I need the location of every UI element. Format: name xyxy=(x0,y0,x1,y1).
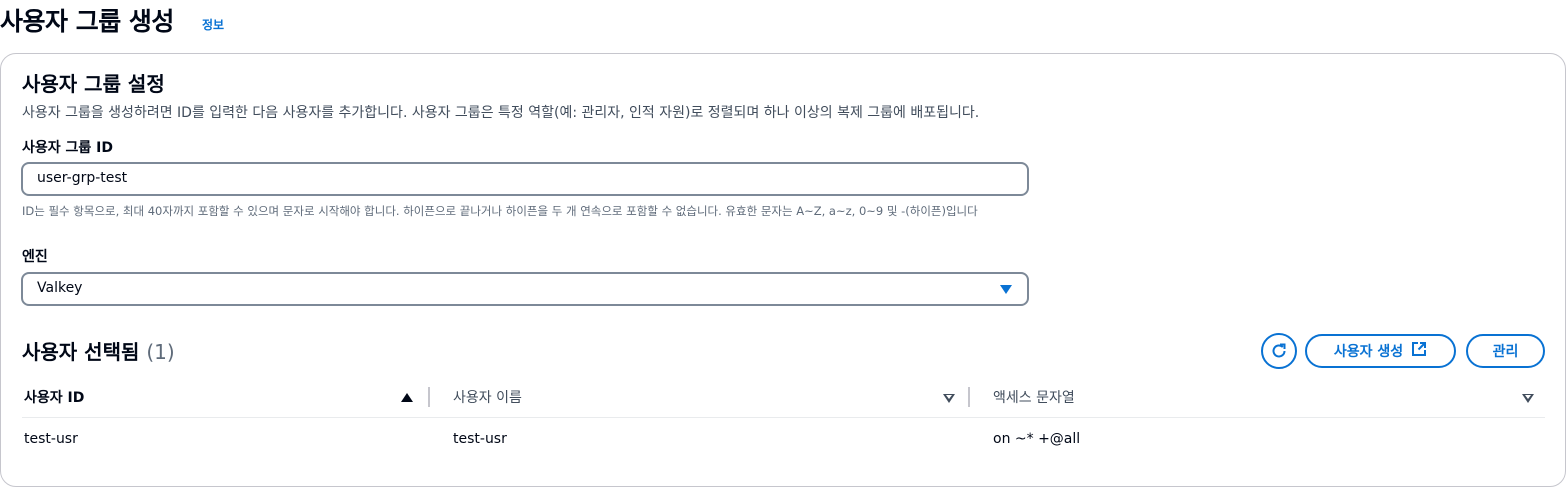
column-header-user-id[interactable]: 사용자 ID xyxy=(24,387,84,407)
engine-value: Valkey xyxy=(37,280,83,296)
external-link-icon xyxy=(1412,342,1427,356)
refresh-icon xyxy=(1272,343,1286,358)
sort-descending-icon[interactable] xyxy=(1522,394,1534,403)
column-divider[interactable] xyxy=(428,387,430,407)
table-header-divider xyxy=(22,417,1545,418)
create-user-button[interactable]: 사용자 생성 xyxy=(1305,334,1456,368)
user-group-id-input[interactable]: user-grp-test xyxy=(21,162,1029,196)
column-header-user-name[interactable]: 사용자 이름 xyxy=(453,387,522,407)
selected-users-label: 사용자 선택됨 xyxy=(22,340,140,364)
info-link[interactable]: 정보 xyxy=(202,16,224,33)
column-divider[interactable] xyxy=(968,387,970,407)
card-description: 사용자 그룹을 생성하려면 ID를 입력한 다음 사용자를 추가합니다. 사용자… xyxy=(22,105,980,121)
selected-users-title: 사용자 선택됨 (1) xyxy=(22,336,175,365)
engine-label: 엔진 xyxy=(22,249,48,265)
create-user-label: 사용자 생성 xyxy=(1333,344,1404,360)
page-title: 사용자 그룹 생성 xyxy=(0,7,174,36)
user-group-id-value: user-grp-test xyxy=(37,170,128,186)
user-group-id-label: 사용자 그룹 ID xyxy=(22,140,113,156)
manage-label: 관리 xyxy=(1492,344,1519,360)
cell-access-string: on ~* +@all xyxy=(993,431,1081,447)
sort-ascending-icon[interactable] xyxy=(401,393,413,402)
manage-button[interactable]: 관리 xyxy=(1466,334,1545,368)
selected-users-count: (1) xyxy=(146,340,175,364)
cell-user-name: test-usr xyxy=(453,431,507,447)
user-group-id-hint: ID는 필수 항목으로, 최대 40자까지 포함할 수 있으며 문자로 시작해야… xyxy=(22,204,978,218)
column-header-access-string[interactable]: 액세스 문자열 xyxy=(993,387,1075,407)
caret-down-icon xyxy=(1000,285,1012,294)
card-title: 사용자 그룹 설정 xyxy=(22,72,165,96)
engine-select[interactable]: Valkey xyxy=(21,272,1029,306)
refresh-button[interactable] xyxy=(1261,333,1297,369)
cell-user-id: test-usr xyxy=(24,431,78,447)
sort-descending-icon[interactable] xyxy=(943,394,955,403)
